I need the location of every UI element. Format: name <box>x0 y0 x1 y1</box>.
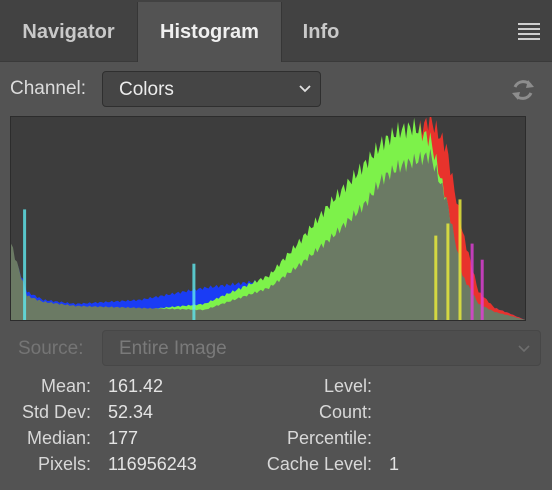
stat-median-label: Median: <box>26 428 91 448</box>
histogram-accent-5 <box>470 243 474 320</box>
refresh-icon[interactable] <box>509 76 537 104</box>
channel-dropdown[interactable]: Colors <box>102 71 321 107</box>
channel-dropdown-value: Colors <box>119 79 174 100</box>
hamburger-menu-icon[interactable] <box>518 22 540 40</box>
histogram-accent-2 <box>434 235 438 320</box>
stat-count-label: Count: <box>318 402 372 422</box>
histogram-accent-0 <box>23 209 27 320</box>
tab-bar: Navigator Histogram Info <box>0 0 552 62</box>
stat-pixels-value: 116956243 <box>108 454 197 474</box>
stat-std-dev-label: Std Dev: <box>21 402 91 422</box>
histogram-accent-6 <box>480 259 484 320</box>
stat-std-dev-value: 52.34 <box>108 402 154 422</box>
tab-histogram-label: Histogram <box>160 20 259 43</box>
stat-median-value: 177 <box>108 428 139 448</box>
stat-cache-level-value: 1 <box>389 454 400 474</box>
tab-info-label: Info <box>302 20 340 43</box>
tab-navigator[interactable]: Navigator <box>0 2 137 62</box>
source-label: Source: <box>18 338 84 359</box>
tab-navigator-label: Navigator <box>22 20 115 43</box>
stat-pixels-label: Pixels: <box>37 454 91 474</box>
tab-info[interactable]: Info <box>282 2 360 62</box>
stat-mean-label: Mean: <box>40 376 91 396</box>
histogram-chart <box>10 116 526 321</box>
histogram-accent-3 <box>446 223 450 320</box>
histogram-accent-4 <box>458 199 462 320</box>
tab-histogram[interactable]: Histogram <box>137 2 282 62</box>
stat-cache-level-label: Cache Level: <box>266 454 372 474</box>
stat-mean-value: 161.42 <box>108 376 164 396</box>
stat-level-label: Level: <box>323 376 372 396</box>
stat-percentile-label: Percentile: <box>286 428 372 448</box>
source-dropdown-value: Entire Image <box>119 338 227 359</box>
channel-label: Channel: <box>10 78 87 99</box>
source-dropdown: Entire Image <box>102 330 541 366</box>
chevron-down-icon <box>518 345 530 353</box>
chevron-down-icon <box>299 85 311 93</box>
histogram-plot <box>11 117 525 320</box>
histogram-accent-1 <box>192 263 196 320</box>
histogram-panel: Navigator Histogram Info Channel: Colors… <box>0 0 552 490</box>
